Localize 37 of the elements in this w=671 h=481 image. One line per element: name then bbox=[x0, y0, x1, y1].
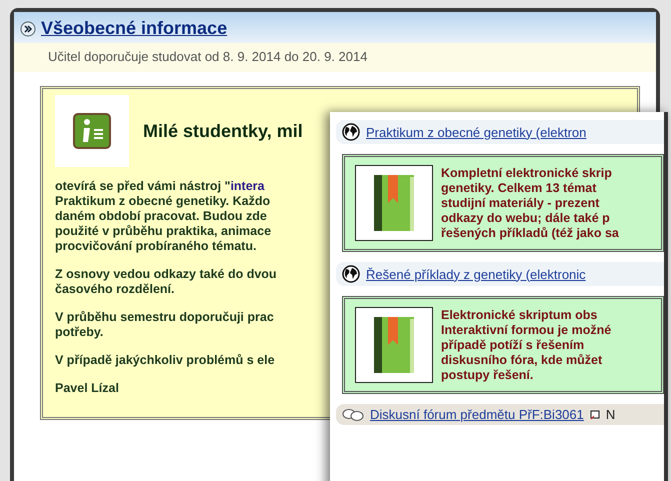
message-text: daném období pracovat. Budou zde bbox=[55, 209, 267, 224]
globe-icon bbox=[342, 265, 360, 283]
globe-icon bbox=[342, 123, 360, 141]
section-title-link[interactable]: Všeobecné informace bbox=[41, 18, 228, 39]
new-window-icon bbox=[590, 410, 600, 420]
resource-link[interactable]: Řešené příklady z genetiky (elektronic bbox=[366, 266, 586, 282]
double-chevron-icon bbox=[20, 20, 36, 36]
resource-description: řešených příkladů (též jako sa bbox=[441, 226, 619, 240]
message-text: Praktikum z obecné genetiky. Každo bbox=[55, 194, 270, 209]
resource-description: Kompletní elektronické skrip bbox=[441, 166, 612, 180]
speech-bubbles-icon bbox=[342, 408, 364, 422]
info-icon bbox=[73, 113, 111, 149]
forum-text: N bbox=[606, 407, 616, 422]
message-text: časového rozdělení. bbox=[55, 282, 174, 297]
book-icon bbox=[372, 173, 416, 233]
study-dates-note: Učitel doporučuje studovat od 8. 9. 2014 do 20. 9. 2014 bbox=[14, 43, 656, 72]
book-icon bbox=[372, 315, 416, 375]
resource-description: genetiky. Celkem 13 témat bbox=[441, 180, 596, 196]
welcome-heading: Milé studentky, mil bbox=[143, 120, 303, 142]
message-text: procvičování probíraného tématu. bbox=[55, 239, 256, 254]
forum-link[interactable]: Diskusní fórum předmětu PřF:Bi3061 bbox=[370, 407, 584, 422]
message-text: použité v průběhu praktika, animace bbox=[55, 224, 272, 239]
resource-description: postupy řešení. bbox=[441, 368, 534, 382]
message-text: Z osnovy vedou odkazy také do dvou bbox=[55, 267, 277, 282]
resource-description: případě potíží s řešením bbox=[441, 338, 584, 352]
message-text: potřeby. bbox=[55, 325, 104, 340]
message-text: otevírá se před vámi nástroj " bbox=[55, 179, 230, 194]
message-text: Pavel Lízal bbox=[55, 381, 119, 396]
resource-description: Interaktivní formou je možné bbox=[441, 322, 612, 338]
tool-link[interactable]: intera bbox=[230, 179, 264, 194]
resource-description: odkazy do webu; dále také p bbox=[441, 210, 610, 226]
resource-link[interactable]: Praktikum z obecné genetiky (elektron bbox=[366, 124, 586, 140]
resource-description: studijní materiály - prezent bbox=[441, 196, 600, 210]
message-text: V případě jakýchkoliv problémů s ele bbox=[55, 353, 275, 368]
resource-description: diskusního fóra, kde můžet bbox=[441, 352, 602, 368]
resource-description: Elektronické skriptum obs bbox=[441, 308, 598, 322]
message-text: V průběhu semestru doporučuji prac bbox=[55, 310, 274, 325]
